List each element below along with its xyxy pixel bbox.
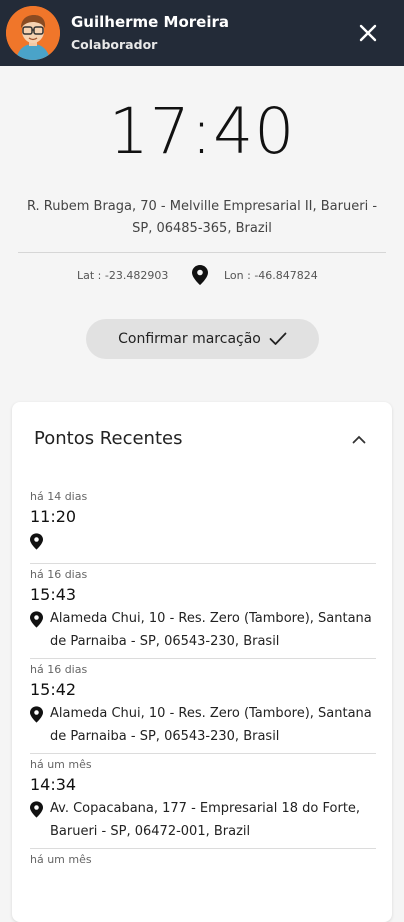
entry-address: Av. Copacabana, 177 - Empresarial 18 do … bbox=[50, 801, 361, 839]
entry-time: 14:34 bbox=[30, 775, 77, 794]
list-item[interactable]: há um mês 14:34 Av. Copacabana, 177 - Em… bbox=[30, 754, 376, 849]
current-address: R. Rubem Braga, 70 - Melville Empresaria… bbox=[26, 199, 378, 236]
user-role: Colaborador bbox=[71, 37, 158, 52]
entry-relative-date: há 16 dias bbox=[30, 568, 88, 581]
location-pin-icon bbox=[192, 265, 208, 288]
confirm-punch-button[interactable]: Confirmar marcação bbox=[86, 319, 319, 359]
app-header: Guilherme Moreira Colaborador bbox=[0, 0, 404, 66]
longitude: Lon : -46.847824 bbox=[224, 269, 318, 282]
entry-location bbox=[30, 529, 376, 558]
entry-time: 15:42 bbox=[30, 680, 77, 699]
location-pin-icon bbox=[30, 607, 50, 636]
location-pin-icon bbox=[30, 702, 50, 731]
entry-time: 11:20 bbox=[30, 507, 77, 526]
entry-relative-date: há 14 dias bbox=[30, 490, 88, 503]
entry-relative-date: há um mês bbox=[30, 853, 92, 866]
latitude: Lat : -23.482903 bbox=[77, 269, 169, 282]
divider bbox=[18, 252, 386, 253]
entry-time: 15:43 bbox=[30, 585, 77, 604]
list-item[interactable]: há 16 dias 15:43 Alameda Chui, 10 - Res.… bbox=[30, 564, 376, 659]
recent-punches-card: Pontos Recentes há 14 dias 11:20 há 16 d… bbox=[12, 402, 392, 922]
close-icon bbox=[359, 24, 377, 42]
check-icon bbox=[269, 332, 287, 345]
entry-location: Av. Copacabana, 177 - Empresarial 18 do … bbox=[30, 797, 376, 843]
recent-punches-list: há 14 dias 11:20 há 16 dias 15:43 Alamed… bbox=[30, 486, 376, 873]
location-pin-icon bbox=[30, 797, 50, 826]
recent-punches-title: Pontos Recentes bbox=[34, 428, 183, 449]
entry-relative-date: há um mês bbox=[30, 758, 92, 771]
confirm-punch-label: Confirmar marcação bbox=[118, 331, 261, 347]
location-pin-icon bbox=[30, 529, 50, 558]
avatar bbox=[6, 6, 60, 60]
entry-location: Alameda Chui, 10 - Res. Zero (Tambore), … bbox=[30, 607, 376, 653]
collapse-button[interactable] bbox=[348, 428, 370, 450]
current-time: 17:40 bbox=[108, 95, 296, 168]
list-item[interactable]: há 14 dias 11:20 bbox=[30, 486, 376, 564]
entry-location: Alameda Chui, 10 - Res. Zero (Tambore), … bbox=[30, 702, 376, 748]
coordinates-row: Lat : -23.482903 Lon : -46.847824 bbox=[0, 264, 404, 288]
list-item[interactable]: há 16 dias 15:42 Alameda Chui, 10 - Res.… bbox=[30, 659, 376, 754]
entry-address: Alameda Chui, 10 - Res. Zero (Tambore), … bbox=[50, 706, 372, 744]
entry-relative-date: há 16 dias bbox=[30, 663, 88, 676]
list-item[interactable]: há um mês bbox=[30, 849, 376, 873]
user-name: Guilherme Moreira bbox=[71, 13, 230, 31]
chevron-up-icon bbox=[352, 435, 366, 443]
close-button[interactable] bbox=[352, 17, 384, 49]
entry-address: Alameda Chui, 10 - Res. Zero (Tambore), … bbox=[50, 611, 372, 649]
